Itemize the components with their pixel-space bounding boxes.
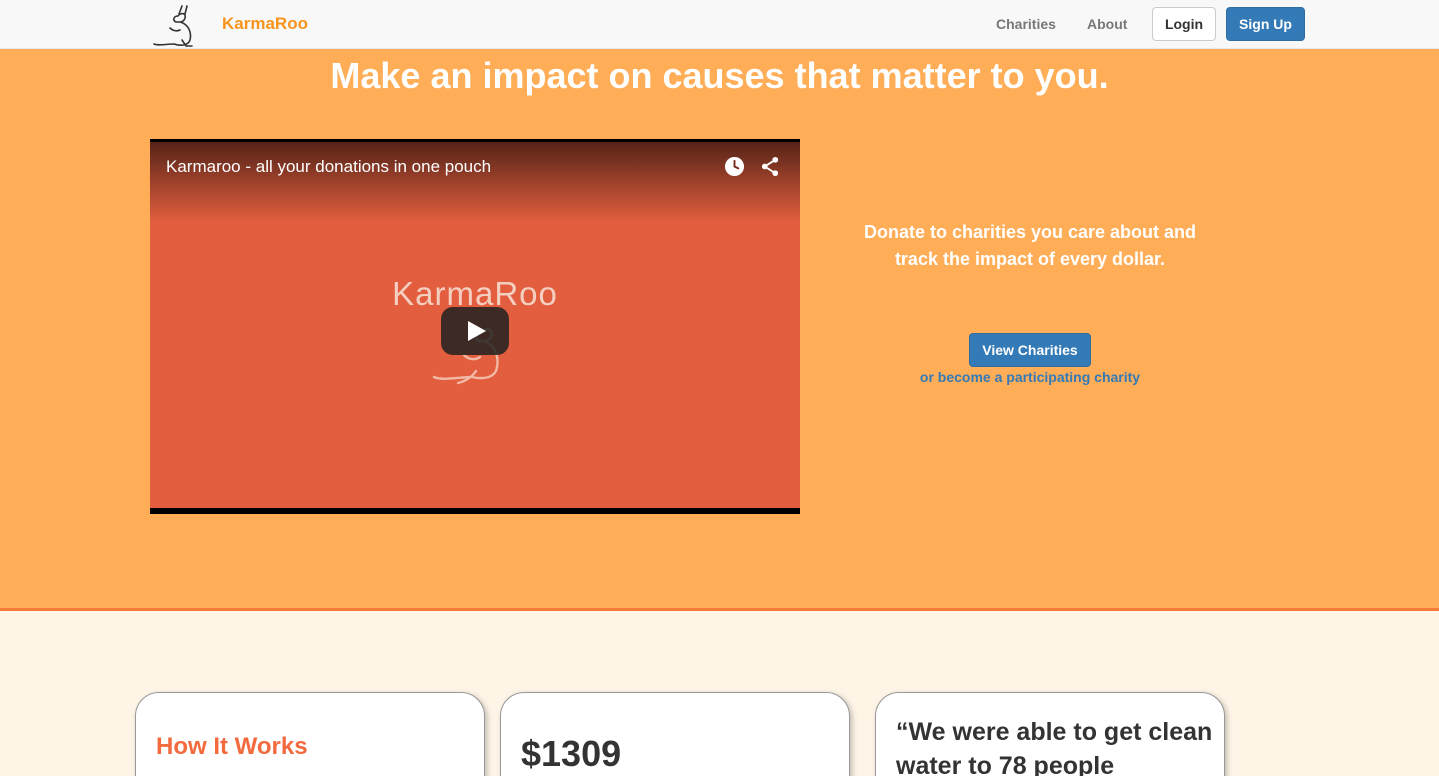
testimonial-quote: “We were able to get clean water to 78 p… <box>896 718 1213 776</box>
video-title-bar <box>150 142 800 222</box>
become-charity-link[interactable]: or become a participating charity <box>880 369 1180 385</box>
play-icon <box>468 321 486 341</box>
hero-title: Make an impact on causes that matter to … <box>330 55 1109 96</box>
donation-total-card: $1309 <box>500 692 850 776</box>
login-button[interactable]: Login <box>1152 7 1216 41</box>
signup-button[interactable]: Sign Up <box>1226 7 1305 41</box>
clock-icon[interactable] <box>724 156 745 177</box>
kangaroo-logo-icon[interactable] <box>152 2 204 48</box>
hero-tagline: Donate to charities you care about and t… <box>863 222 1197 269</box>
how-it-works-card: How It Works <box>135 692 485 776</box>
nav-about-link[interactable]: About <box>1087 16 1127 32</box>
testimonial-card: “We were able to get clean water to 78 p… <box>875 692 1225 776</box>
share-icon[interactable] <box>760 156 781 177</box>
video-title[interactable]: Karmaroo - all your donations in one pou… <box>166 157 491 177</box>
video-player[interactable]: Karmaroo - all your donations in one pou… <box>150 139 800 514</box>
hero-section: Make an impact on causes that matter to … <box>0 49 1439 611</box>
navbar: KarmaRoo Charities About Login Sign Up <box>0 0 1439 49</box>
donation-total-value: $1309 <box>521 733 622 774</box>
nav-charities-link[interactable]: Charities <box>996 16 1056 32</box>
brand-link[interactable]: KarmaRoo <box>222 14 308 34</box>
view-charities-button[interactable]: View Charities <box>969 333 1091 367</box>
video-thumbnail[interactable]: Karmaroo - all your donations in one pou… <box>150 142 800 508</box>
how-it-works-title: How It Works <box>156 733 308 760</box>
play-button[interactable] <box>441 307 509 355</box>
